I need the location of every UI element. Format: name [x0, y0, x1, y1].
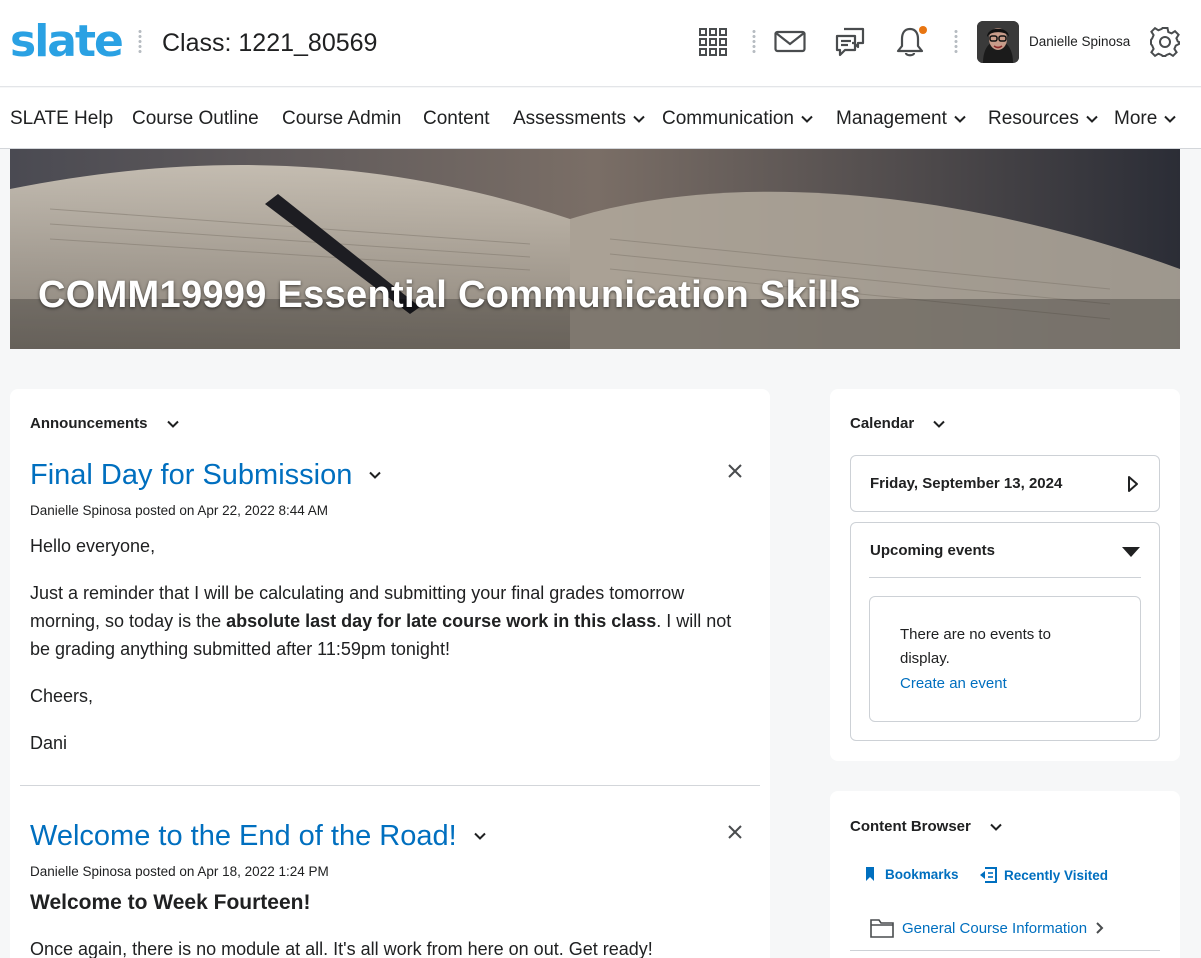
notification-dot: [919, 26, 927, 34]
gear-icon[interactable]: [1148, 24, 1182, 60]
announcement-title-link[interactable]: Final Day for Submission: [30, 459, 352, 491]
chevron-down-icon: [954, 115, 966, 123]
chevron-down-icon[interactable]: [989, 820, 1003, 834]
nav-label: Assessments: [513, 108, 626, 129]
upcoming-events-label[interactable]: Upcoming events: [870, 542, 995, 559]
date-selector[interactable]: Friday, September 13, 2024: [850, 455, 1160, 512]
upcoming-events: Upcoming events There are no events to d…: [850, 522, 1160, 741]
content-browser-header[interactable]: Content Browser: [850, 818, 1003, 835]
nav-label: Course Admin: [282, 108, 402, 129]
slate-logo[interactable]: slate: [10, 18, 124, 66]
recent-icon: [980, 867, 997, 883]
nav-assessments[interactable]: Assessments: [513, 108, 646, 130]
no-events-box: There are no events to display. Create a…: [869, 596, 1141, 722]
course-nav: SLATE Help Course Outline Course Admin C…: [0, 88, 1201, 149]
announcement-body: Hello everyone, Just a reminder that I w…: [30, 532, 755, 757]
close-icon[interactable]: [727, 824, 743, 840]
nav-label: Communication: [662, 108, 794, 129]
course-title: COMM19999 Essential Communication Skills: [38, 274, 861, 316]
chevron-down-icon: [801, 115, 813, 123]
chevron-down-icon[interactable]: [166, 417, 180, 431]
tab-label: Bookmarks: [885, 866, 959, 882]
separator: [138, 29, 142, 55]
chevron-down-icon: [633, 115, 645, 123]
no-events-text: There are no events to display.: [900, 626, 1051, 667]
nav-label: Resources: [988, 108, 1079, 129]
class-title: Class: 1221_80569: [162, 29, 378, 57]
chevron-right-icon[interactable]: [1095, 921, 1105, 935]
separator: [752, 29, 756, 55]
nav-content[interactable]: Content: [423, 108, 490, 130]
calendar-header[interactable]: Calendar: [850, 415, 946, 432]
nav-label: More: [1114, 108, 1158, 129]
book-banner-image: [10, 149, 1180, 349]
chevron-down-icon: [1086, 115, 1098, 123]
announcement-title[interactable]: Welcome to the End of the Road!: [30, 820, 487, 852]
divider: [850, 950, 1160, 951]
announcement-meta: Danielle Spinosa posted on Apr 18, 2022 …: [30, 864, 329, 879]
folder-icon: [870, 919, 894, 938]
module-title[interactable]: General Course Information: [902, 920, 1087, 937]
nav-management[interactable]: Management: [836, 108, 967, 130]
caret-down-icon[interactable]: [1121, 546, 1141, 558]
author: Danielle Spinosa: [30, 503, 132, 518]
close-icon[interactable]: [727, 463, 743, 479]
recently-visited-tab[interactable]: Recently Visited: [979, 866, 1108, 884]
announcement-paragraph: Just a reminder that I will be calculati…: [30, 579, 755, 663]
mail-icon[interactable]: [773, 24, 807, 60]
bookmark-icon: [866, 867, 874, 881]
bookmarks-tab[interactable]: Bookmarks: [865, 866, 959, 882]
chevron-down-icon: [1164, 115, 1177, 123]
greeting: Hello everyone,: [30, 536, 156, 556]
announcement-body: Once again, there is no module at all. I…: [30, 939, 653, 958]
separator: [954, 29, 958, 55]
bell-icon[interactable]: [893, 24, 927, 60]
tab-label: Recently Visited: [1004, 867, 1109, 883]
user-name[interactable]: Danielle Spinosa: [1029, 34, 1130, 49]
announcement-title-link[interactable]: Welcome to the End of the Road!: [30, 820, 457, 852]
content-browser-heading: Content Browser: [850, 818, 971, 835]
announcements-widget: Announcements Final Day for Submission D…: [10, 389, 770, 958]
nav-slate-help[interactable]: SLATE Help: [10, 108, 113, 130]
chat-icon[interactable]: [833, 24, 867, 60]
author: Danielle Spinosa: [30, 864, 132, 879]
nav-label: Content: [423, 108, 490, 129]
calendar-heading: Calendar: [850, 415, 915, 432]
module-item[interactable]: General Course Information: [870, 918, 1105, 938]
next-arrow-icon[interactable]: [1127, 475, 1139, 493]
announcements-header[interactable]: Announcements: [30, 415, 180, 432]
posted-date: posted on Apr 18, 2022 1:24 PM: [135, 864, 329, 879]
create-event-link[interactable]: Create an event: [900, 675, 1007, 692]
signoff: Cheers,: [30, 686, 94, 706]
chevron-down-icon[interactable]: [368, 468, 382, 482]
announcement-heading: Welcome to Week Fourteen!: [30, 891, 311, 914]
nav-resources[interactable]: Resources: [988, 108, 1099, 130]
nav-label: Course Outline: [132, 108, 259, 129]
nav-course-admin[interactable]: Course Admin: [282, 108, 401, 130]
calendar-widget: Calendar Friday, September 13, 2024 Upco…: [830, 389, 1180, 761]
chevron-down-icon[interactable]: [473, 829, 487, 843]
avatar[interactable]: [977, 21, 1019, 63]
announcements-heading: Announcements: [30, 415, 148, 432]
posted-date: posted on Apr 22, 2022 8:44 AM: [135, 503, 328, 518]
bold-text: absolute last day for late course work i…: [226, 611, 657, 631]
top-header: slate Class: 1221_80569 Danielle Spinosa: [0, 0, 1201, 87]
course-banner: COMM19999 Essential Communication Skills: [10, 149, 1180, 349]
announcement-meta: Danielle Spinosa posted on Apr 22, 2022 …: [30, 503, 328, 518]
nav-label: Management: [836, 108, 947, 129]
announcement-title[interactable]: Final Day for Submission: [30, 459, 382, 491]
divider: [20, 785, 760, 786]
content-browser-widget: Content Browser Bookmarks Recently Visit…: [830, 791, 1180, 958]
nav-communication[interactable]: Communication: [662, 108, 814, 130]
divider: [869, 577, 1141, 578]
nav-more[interactable]: More: [1114, 108, 1177, 130]
chevron-down-icon[interactable]: [932, 417, 946, 431]
signature: Dani: [30, 733, 68, 753]
grid-icon[interactable]: [696, 24, 730, 60]
current-date: Friday, September 13, 2024: [870, 475, 1063, 492]
nav-label: SLATE Help: [10, 108, 114, 129]
nav-course-outline[interactable]: Course Outline: [132, 108, 259, 130]
